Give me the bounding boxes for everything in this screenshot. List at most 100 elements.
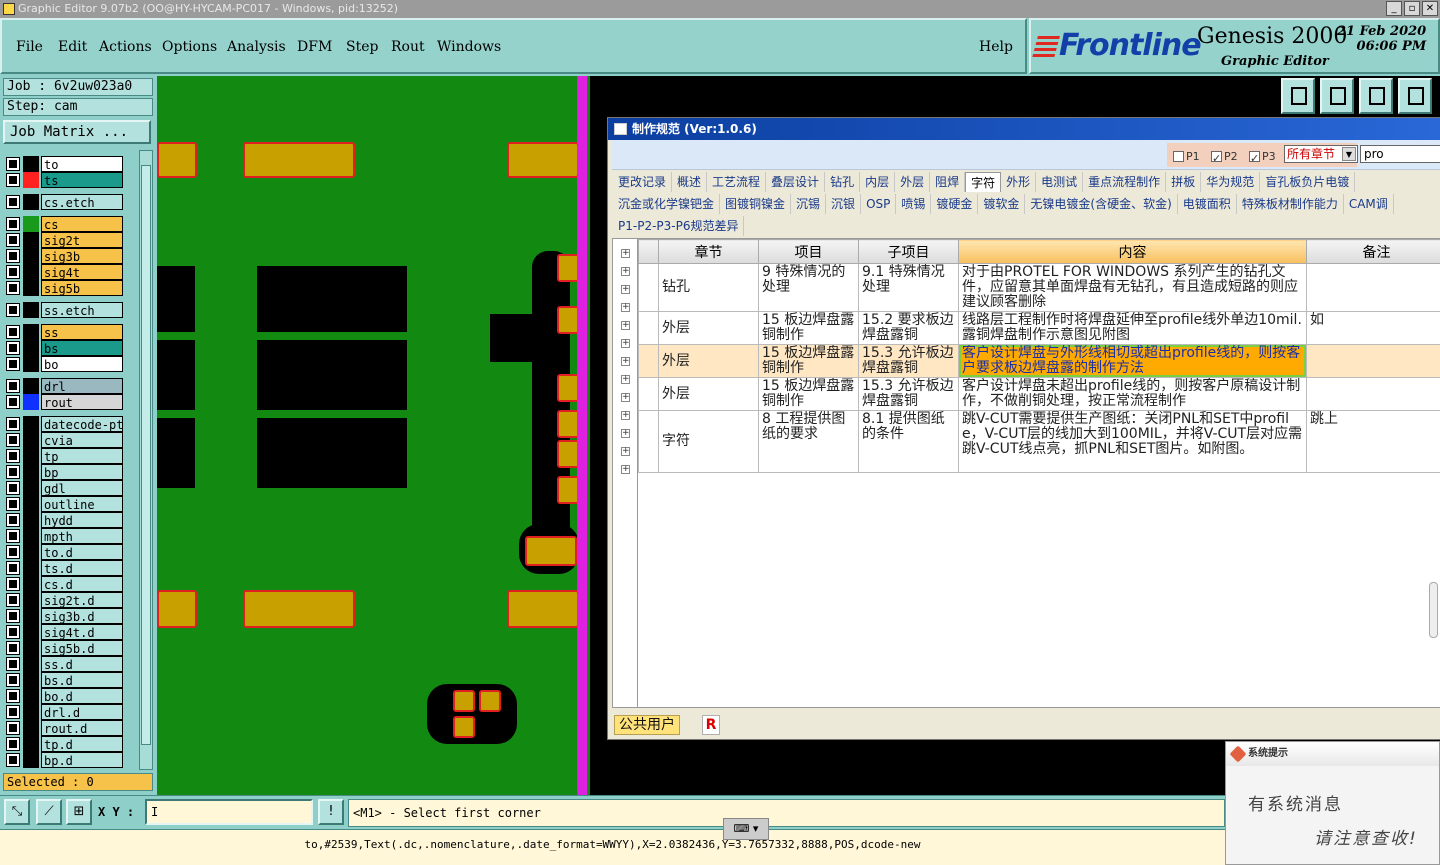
layer-name[interactable]: drl (41, 378, 123, 394)
layer-name[interactable]: to (41, 156, 123, 172)
layer-color-swatch[interactable] (23, 302, 39, 318)
zoom-icon[interactable]: ⤡ (4, 799, 30, 825)
layer-checkbox[interactable] (6, 449, 20, 463)
layer-row[interactable]: cs (5, 216, 125, 232)
layer-color-swatch[interactable] (23, 280, 39, 296)
expand-icon[interactable]: + (621, 267, 630, 276)
tab[interactable]: 沉金或化学镍钯金 (613, 194, 721, 214)
toolbar-button-3[interactable] (1359, 78, 1393, 114)
restore-button[interactable]: ▫ (1404, 1, 1420, 16)
measure-icon[interactable]: ⟋ (36, 799, 62, 825)
minimize-button[interactable]: _ (1386, 1, 1402, 16)
expand-icon[interactable]: + (621, 429, 630, 438)
layer-color-swatch[interactable] (23, 194, 39, 210)
layer-checkbox[interactable] (6, 545, 20, 559)
layer-row[interactable]: sig5b (5, 280, 125, 296)
layer-checkbox[interactable] (6, 753, 20, 767)
layer-name[interactable]: mpth (41, 528, 123, 544)
layer-color-swatch[interactable] (23, 720, 39, 736)
layer-checkbox[interactable] (6, 357, 20, 371)
layer-row[interactable]: to (5, 156, 125, 172)
p2-checkbox[interactable]: ✓ P2 (1211, 150, 1238, 165)
layer-color-swatch[interactable] (23, 232, 39, 248)
toolbar-button-4[interactable] (1398, 78, 1432, 114)
layer-checkbox[interactable] (6, 641, 20, 655)
xy-input[interactable]: I (145, 799, 313, 825)
layer-color-swatch[interactable] (23, 394, 39, 410)
layer-checkbox[interactable] (6, 249, 20, 263)
expand-icon[interactable]: + (621, 321, 630, 330)
layer-color-swatch[interactable] (23, 496, 39, 512)
layer-row[interactable]: ts (5, 172, 125, 188)
layer-row[interactable]: rout.d (5, 720, 125, 736)
expand-icon[interactable]: + (621, 249, 630, 258)
layer-name[interactable]: bo (41, 356, 123, 372)
expand-icon[interactable]: + (621, 375, 630, 384)
layer-name[interactable]: sig5b.d (41, 640, 123, 656)
layer-checkbox[interactable] (6, 465, 20, 479)
layer-checkbox[interactable] (6, 609, 20, 623)
layer-name[interactable]: rout (41, 394, 123, 410)
layer-color-swatch[interactable] (23, 688, 39, 704)
layer-row[interactable]: sig5b.d (5, 640, 125, 656)
layer-row[interactable]: bs.d (5, 672, 125, 688)
layer-color-swatch[interactable] (23, 624, 39, 640)
tab[interactable]: 概述 (672, 172, 708, 192)
layer-color-swatch[interactable] (23, 156, 39, 172)
r-button[interactable]: R (702, 715, 720, 735)
layer-row[interactable]: hydd (5, 512, 125, 528)
search-input[interactable]: pro (1360, 145, 1440, 163)
layer-checkbox[interactable] (6, 417, 20, 431)
layer-row[interactable]: sig3b.d (5, 608, 125, 624)
layer-row[interactable]: mpth (5, 528, 125, 544)
tab[interactable]: OSP (861, 194, 897, 214)
layer-checkbox[interactable] (6, 281, 20, 295)
layer-name[interactable]: bp (41, 464, 123, 480)
alert-icon[interactable]: ! (318, 799, 344, 825)
layer-name[interactable]: tp.d (41, 736, 123, 752)
layer-row[interactable]: ss.etch (5, 302, 125, 318)
layer-checkbox[interactable] (6, 157, 20, 171)
layer-color-swatch[interactable] (23, 592, 39, 608)
layer-color-swatch[interactable] (23, 512, 39, 528)
layer-name[interactable]: bp.d (41, 752, 123, 768)
layer-checkbox[interactable] (6, 721, 20, 735)
column-header[interactable]: 子项目 (858, 239, 959, 264)
table-row[interactable]: 外层 15 板边焊盘露铜制作 15.3 允许板边焊盘露铜 客户设计焊盘与外形线相切或超… (638, 344, 1440, 378)
layer-color-swatch[interactable] (23, 416, 39, 432)
column-header[interactable]: 备注 (1306, 239, 1440, 264)
layer-color-swatch[interactable] (23, 640, 39, 656)
dialog-scrollbar[interactable] (1429, 582, 1438, 638)
layer-row[interactable]: cvia (5, 432, 125, 448)
layer-name[interactable]: bs.d (41, 672, 123, 688)
tab[interactable]: 内层 (860, 172, 896, 192)
layer-name[interactable]: outline (41, 496, 123, 512)
layer-row[interactable]: rout (5, 394, 125, 410)
tab[interactable]: 叠层设计 (766, 172, 826, 192)
tab[interactable]: 阻焊 (930, 172, 966, 192)
toolbar-button-2[interactable] (1320, 78, 1354, 114)
layer-row[interactable]: bo.d (5, 688, 125, 704)
layer-color-swatch[interactable] (23, 608, 39, 624)
tab[interactable]: 图镀铜镍金 (720, 194, 792, 214)
layer-checkbox[interactable] (6, 737, 20, 751)
layer-row[interactable]: bs (5, 340, 125, 356)
layer-row[interactable]: sig3b (5, 248, 125, 264)
layer-color-swatch[interactable] (23, 656, 39, 672)
layer-color-swatch[interactable] (23, 736, 39, 752)
layer-row[interactable]: sig4t.d (5, 624, 125, 640)
layer-checkbox[interactable] (6, 497, 20, 511)
layer-checkbox[interactable] (6, 561, 20, 575)
layer-color-swatch[interactable] (23, 672, 39, 688)
layer-row[interactable]: drl.d (5, 704, 125, 720)
close-button[interactable]: ✕ (1422, 1, 1438, 16)
layer-name[interactable]: ss (41, 324, 123, 340)
layer-name[interactable]: bo.d (41, 688, 123, 704)
layer-row[interactable]: cs.etch (5, 194, 125, 210)
layer-row[interactable]: bp (5, 464, 125, 480)
layer-row[interactable]: tp.d (5, 736, 125, 752)
table-row[interactable]: 钻孔 9 特殊情况的处理 9.1 特殊情况处理 对于由PROTEL FOR WINDO… (638, 263, 1440, 312)
layer-color-swatch[interactable] (23, 324, 39, 340)
layer-row[interactable]: tp (5, 448, 125, 464)
layer-checkbox[interactable] (6, 195, 20, 209)
